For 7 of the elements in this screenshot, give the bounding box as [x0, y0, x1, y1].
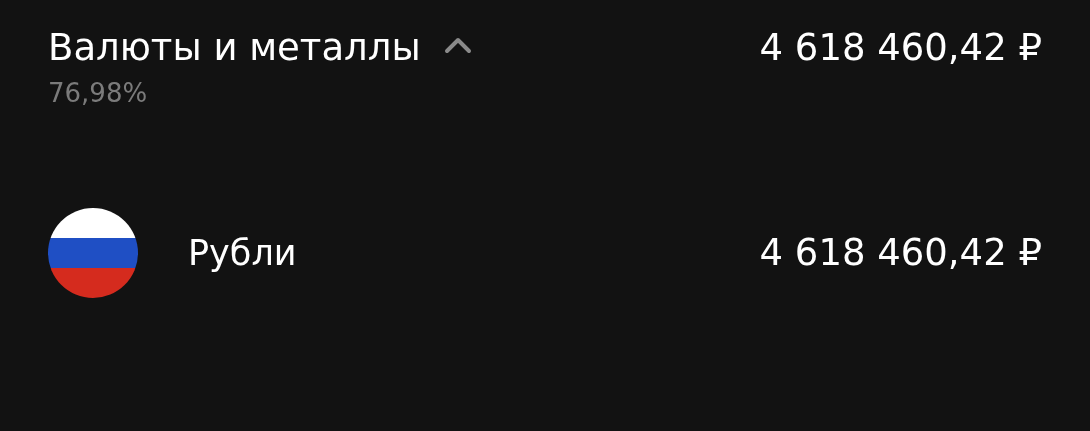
flag-icon: [48, 208, 138, 298]
currency-amount: 4 618 460,42 ₽: [759, 230, 1042, 276]
total-amount: 4 618 460,42 ₽: [759, 25, 1042, 71]
currency-name[interactable]: Рубли: [188, 233, 760, 273]
chevron-icon[interactable]: [442, 36, 473, 54]
share-percent: 76,98%: [48, 77, 149, 110]
section-title: Валюты и металлы: [48, 25, 421, 71]
